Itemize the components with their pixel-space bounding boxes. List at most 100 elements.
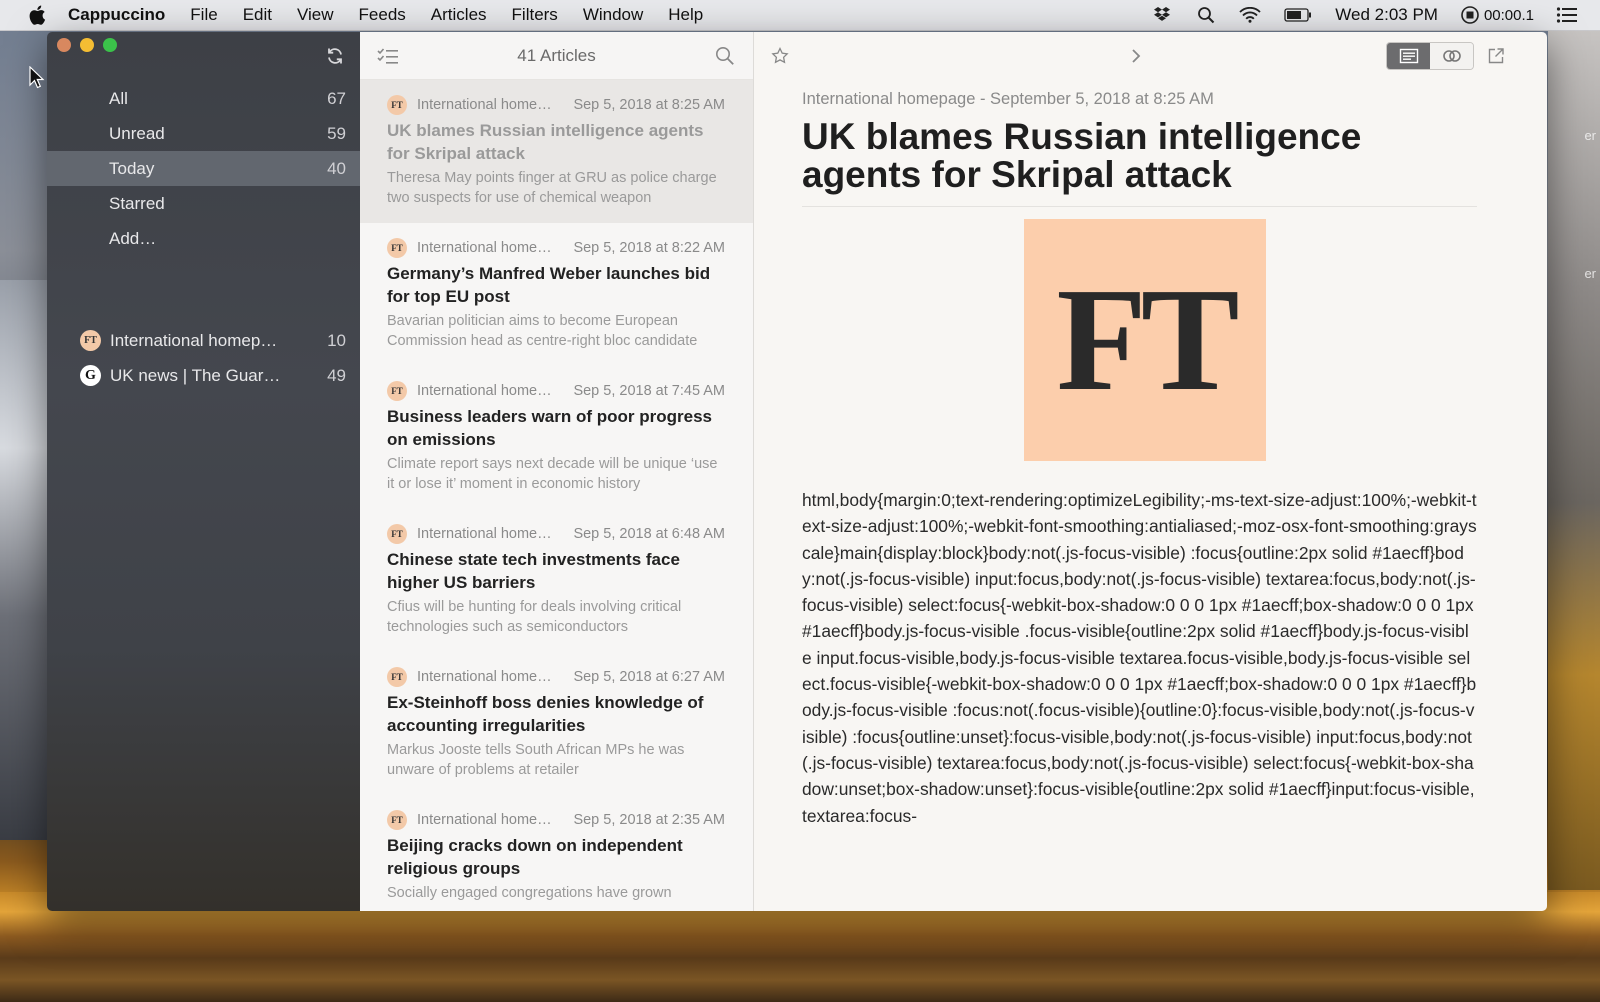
- menu-articles[interactable]: Articles: [431, 5, 487, 25]
- ft-favicon-icon: FT: [80, 330, 101, 351]
- article-summary: Theresa May points finger at GRU as poli…: [387, 170, 717, 206]
- desktop-icon-label: er: [1584, 266, 1596, 281]
- sidebar-item-add[interactable]: Add…: [47, 221, 360, 256]
- notification-center-icon[interactable]: [1556, 4, 1578, 26]
- zoom-window-button[interactable]: [103, 38, 117, 52]
- mouse-cursor-icon: [29, 66, 45, 89]
- unread-count: 40: [327, 158, 346, 178]
- menu-view[interactable]: View: [297, 5, 334, 25]
- article-meta: FT International home… Sep 5, 2018 at 2:…: [387, 809, 725, 831]
- link-icon: [1442, 50, 1461, 62]
- sidebar-item-label: All: [109, 88, 128, 108]
- article-body-text: html,body{margin:0;text-rendering:optimi…: [802, 490, 1477, 826]
- open-in-browser-icon[interactable]: [1484, 44, 1508, 68]
- sidebar-item-starred[interactable]: Starred: [47, 186, 360, 221]
- spotlight-search-icon[interactable]: [1195, 4, 1217, 26]
- mark-all-read-icon[interactable]: [376, 44, 400, 68]
- next-article-chevron-icon[interactable]: [1124, 44, 1148, 68]
- battery-icon[interactable]: [1283, 4, 1313, 26]
- menu-feeds[interactable]: Feeds: [359, 5, 406, 25]
- ft-logo-image: FT: [1024, 219, 1266, 461]
- article-list-header: 41 Articles: [360, 32, 753, 80]
- article-date: Sep 5, 2018 at 7:45 AM: [573, 383, 725, 399]
- article-list-item[interactable]: FT International home… Sep 5, 2018 at 6:…: [360, 652, 753, 795]
- article-meta: FT International home… Sep 5, 2018 at 8:…: [387, 94, 725, 116]
- unread-count: 59: [327, 123, 346, 143]
- article-date: Sep 5, 2018 at 6:27 AM: [573, 669, 725, 685]
- sidebar-item-label: Unread: [109, 123, 165, 143]
- screen-recording-indicator[interactable]: 00:00.1: [1460, 5, 1534, 25]
- sidebar-feed-guardian[interactable]: G UK news | The Guar… 49: [47, 358, 360, 393]
- sidebar-item-label: Add…: [109, 228, 157, 248]
- article-count-title: 41 Articles: [517, 45, 596, 65]
- ft-favicon-icon: FT: [387, 381, 407, 401]
- article-headline: Germany’s Manfred Weber launches bid for…: [387, 264, 711, 306]
- article-summary: Markus Jooste tells South African MPs he…: [387, 742, 685, 778]
- window-controls: [57, 38, 117, 52]
- article-content: International homepage - September 5, 20…: [802, 90, 1477, 829]
- minimize-window-button[interactable]: [80, 38, 94, 52]
- menu-filters[interactable]: Filters: [512, 5, 558, 25]
- recording-timer: 00:00.1: [1483, 6, 1534, 24]
- article-meta: FT International home… Sep 5, 2018 at 8:…: [387, 237, 725, 259]
- article-feed-name: International home…: [417, 526, 552, 542]
- feed-label: International homep…: [110, 330, 278, 350]
- ft-favicon-icon: FT: [387, 238, 407, 258]
- article-summary: Cfius will be hunting for deals involvin…: [387, 599, 682, 635]
- refresh-icon[interactable]: [324, 45, 346, 67]
- feed-label: UK news | The Guar…: [110, 365, 281, 385]
- sidebar-item-unread[interactable]: Unread 59: [47, 116, 360, 151]
- menu-file[interactable]: File: [190, 5, 217, 25]
- article-headline: UK blames Russian intelligence agents fo…: [387, 121, 704, 163]
- smart-feed-list: All 67 Unread 59 Today 40 Starred Add…: [47, 81, 360, 256]
- wifi-icon[interactable]: [1239, 4, 1261, 26]
- sidebar-item-all[interactable]: All 67: [47, 81, 360, 116]
- article-date: Sep 5, 2018 at 8:25 AM: [573, 97, 725, 113]
- article-summary: Bavarian politician aims to become Europ…: [387, 313, 698, 349]
- sidebar-item-label: Starred: [109, 193, 165, 213]
- desktop-icon-label: er: [1584, 128, 1596, 143]
- sidebar-feed-ft[interactable]: FT International homep… 10: [47, 323, 360, 358]
- article-meta: FT International home… Sep 5, 2018 at 6:…: [387, 666, 725, 688]
- article-summary: Climate report says next decade will be …: [387, 456, 718, 492]
- article-headline: Ex-Steinhoff boss denies knowledge of ac…: [387, 693, 704, 735]
- article-meta: FT International home… Sep 5, 2018 at 6:…: [387, 523, 725, 545]
- article-summary: Socially engaged congregations have grow…: [387, 885, 672, 901]
- menu-window[interactable]: Window: [583, 5, 643, 25]
- article-date: Sep 5, 2018 at 6:48 AM: [573, 526, 725, 542]
- article-feed-name: International home…: [417, 812, 552, 828]
- article-list-item[interactable]: FT International home… Sep 5, 2018 at 2:…: [360, 795, 753, 911]
- menubar-clock[interactable]: Wed 2:03 PM: [1335, 5, 1438, 25]
- article-list-item[interactable]: FT International home… Sep 5, 2018 at 6:…: [360, 509, 753, 652]
- search-icon[interactable]: [713, 44, 737, 68]
- guardian-favicon-icon: G: [80, 365, 101, 386]
- ft-favicon-icon: FT: [387, 667, 407, 687]
- desktop-wallpaper-right: [1548, 30, 1600, 890]
- article-date: Sep 5, 2018 at 8:22 AM: [573, 240, 725, 256]
- article-byline: International homepage - September 5, 20…: [802, 90, 1214, 108]
- menu-app-name[interactable]: Cappuccino: [68, 5, 165, 25]
- article-list-item[interactable]: FT International home… Sep 5, 2018 at 8:…: [360, 223, 753, 366]
- reader-pane: International homepage - September 5, 20…: [754, 32, 1547, 911]
- article-headline: Business leaders warn of poor progress o…: [387, 407, 712, 449]
- sidebar-item-label: Today: [109, 158, 155, 178]
- article-feed-name: International home…: [417, 669, 552, 685]
- unread-count: 49: [327, 365, 346, 385]
- star-icon[interactable]: [768, 44, 792, 68]
- dropbox-icon[interactable]: [1151, 4, 1173, 26]
- article-feed-name: International home…: [417, 240, 552, 256]
- article-list-item[interactable]: FT International home… Sep 5, 2018 at 8:…: [360, 80, 753, 223]
- reader-view-button[interactable]: [1387, 43, 1430, 69]
- sidebar: All 67 Unread 59 Today 40 Starred Add… F…: [47, 32, 360, 911]
- apple-menu-icon[interactable]: [26, 4, 48, 26]
- menu-help[interactable]: Help: [668, 5, 703, 25]
- web-view-button[interactable]: [1430, 43, 1473, 69]
- menu-edit[interactable]: Edit: [243, 5, 272, 25]
- ft-favicon-icon: FT: [387, 524, 407, 544]
- article-headline: Chinese state tech investments face high…: [387, 550, 680, 592]
- close-window-button[interactable]: [57, 38, 71, 52]
- menu-bar: Cappuccino File Edit View Feeds Articles…: [0, 0, 1600, 31]
- feed-subscription-list: FT International homep… 10 G UK news | T…: [47, 323, 360, 393]
- article-list-item[interactable]: FT International home… Sep 5, 2018 at 7:…: [360, 366, 753, 509]
- sidebar-item-today[interactable]: Today 40: [47, 151, 360, 186]
